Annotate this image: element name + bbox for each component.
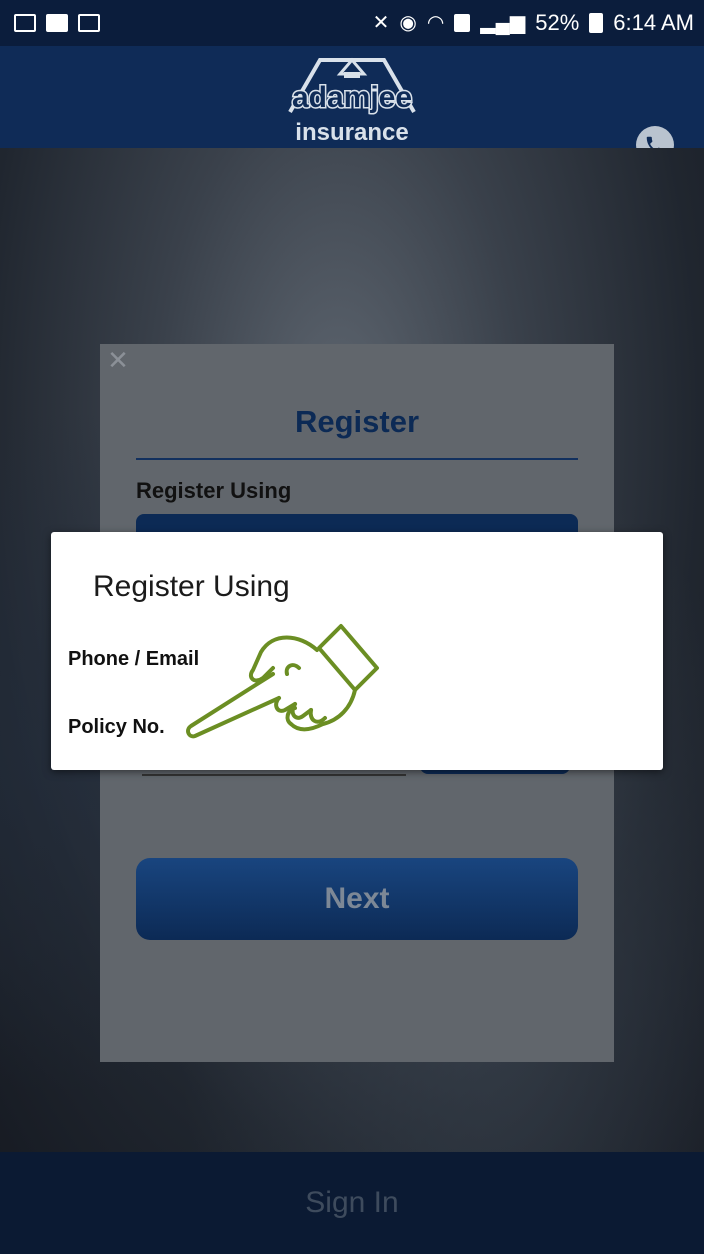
logo-text-insurance: insurance (295, 119, 408, 144)
pointing-hand-icon (186, 624, 379, 739)
mute-icon: ✕ (372, 12, 390, 34)
register-using-dialog: Register Using Phone / Email Policy No. (51, 532, 663, 770)
alarm-icon: ◉ (399, 12, 417, 34)
sim-icon (454, 14, 471, 32)
signal-icon: ▂▄▆ (480, 12, 526, 34)
option-phone-email[interactable]: Phone / Email (68, 648, 199, 671)
status-bar: ✕ ◉ ◠ ▂▄▆ 52% 6:14 AM (0, 0, 704, 46)
status-right: ✕ ◉ ◠ ▂▄▆ 52% 6:14 AM (373, 10, 694, 36)
gallery-icon (14, 14, 36, 32)
register-using-label: Register Using (136, 478, 292, 503)
translate-icon (78, 14, 100, 32)
title-divider (136, 458, 578, 460)
app-header: adamjee insurance (0, 46, 704, 164)
adamjee-logo: adamjee insurance (288, 57, 416, 144)
video-icon (46, 14, 68, 32)
battery-icon (589, 13, 604, 33)
next-button[interactable]: Next (136, 858, 578, 940)
status-left (14, 14, 100, 32)
register-title: Register (294, 404, 420, 439)
clock: 6:14 AM (613, 10, 694, 35)
close-icon[interactable]: ✕ (106, 347, 130, 373)
logo-text-adamjee: adamjee (292, 81, 412, 114)
wifi-icon: ◠ (426, 12, 445, 34)
sign-in-button[interactable]: Sign In (0, 1152, 704, 1254)
battery-level: 52% (535, 10, 580, 35)
option-policy-no[interactable]: Policy No. (68, 716, 165, 739)
register-input-underline[interactable] (142, 774, 406, 776)
bottom-bar: Sign In (0, 1152, 704, 1254)
dialog-title: Register Using (93, 570, 290, 603)
